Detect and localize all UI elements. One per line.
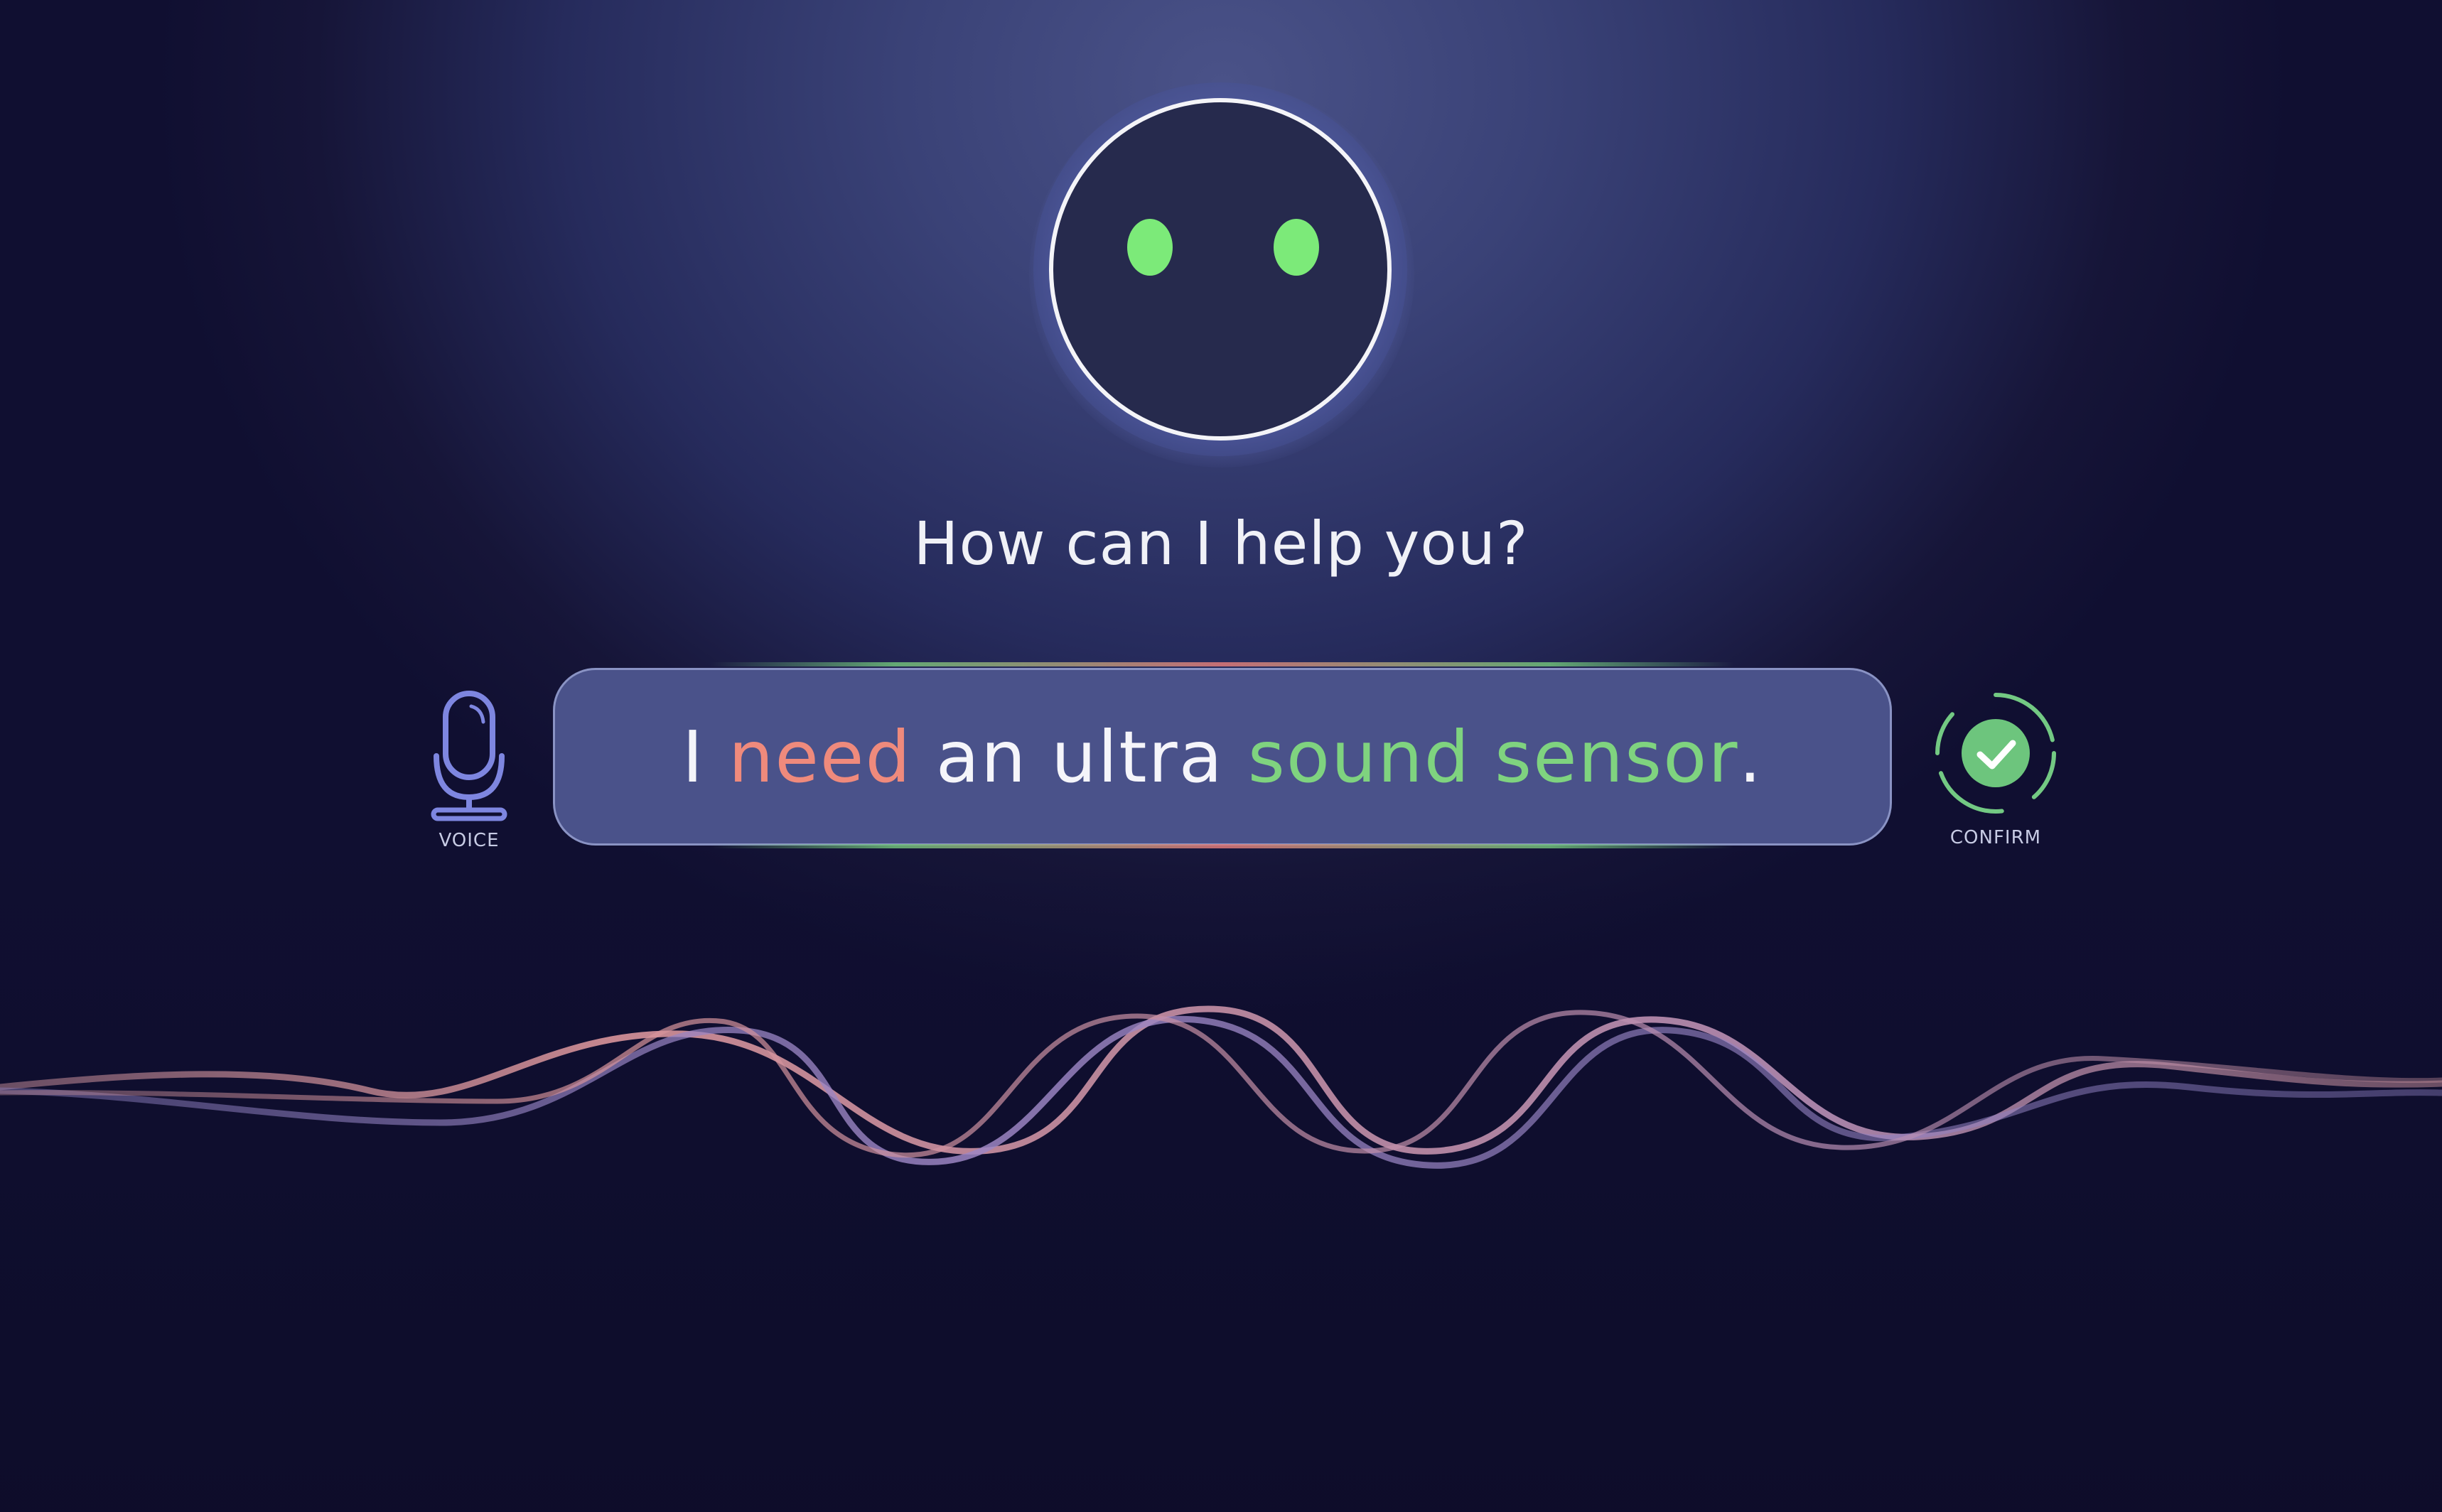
transcript-segment: I — [682, 715, 729, 799]
transcript-input[interactable]: I need an ultra sound sensor. — [553, 668, 1892, 846]
transcript-segment: an ultra — [911, 715, 1248, 799]
transcript-keyword-need: need — [728, 715, 912, 799]
voice-label: VOICE — [439, 830, 500, 851]
transcript-keyword-sound-sensor: sound sensor — [1247, 715, 1739, 799]
avatar-left-eye — [1127, 219, 1173, 276]
voice-waveform — [0, 1005, 2442, 1169]
voice-button[interactable]: VOICE — [412, 682, 526, 853]
assistant-prompt: How can I help you? — [913, 509, 1529, 578]
microphone-icon — [431, 691, 507, 821]
confirm-button[interactable]: CONFIRM — [1925, 688, 2067, 851]
transcript-segment: . — [1738, 715, 1763, 799]
assistant-avatar — [1049, 98, 1392, 441]
avatar-right-eye — [1274, 219, 1319, 276]
input-glow-top — [711, 662, 1734, 666]
wave-line-3 — [0, 1010, 2442, 1158]
wave-line-1 — [0, 1005, 2442, 1155]
confirm-label: CONFIRM — [1949, 827, 2042, 848]
check-circle-icon — [1935, 693, 2056, 814]
input-glow-bottom — [711, 844, 1734, 848]
